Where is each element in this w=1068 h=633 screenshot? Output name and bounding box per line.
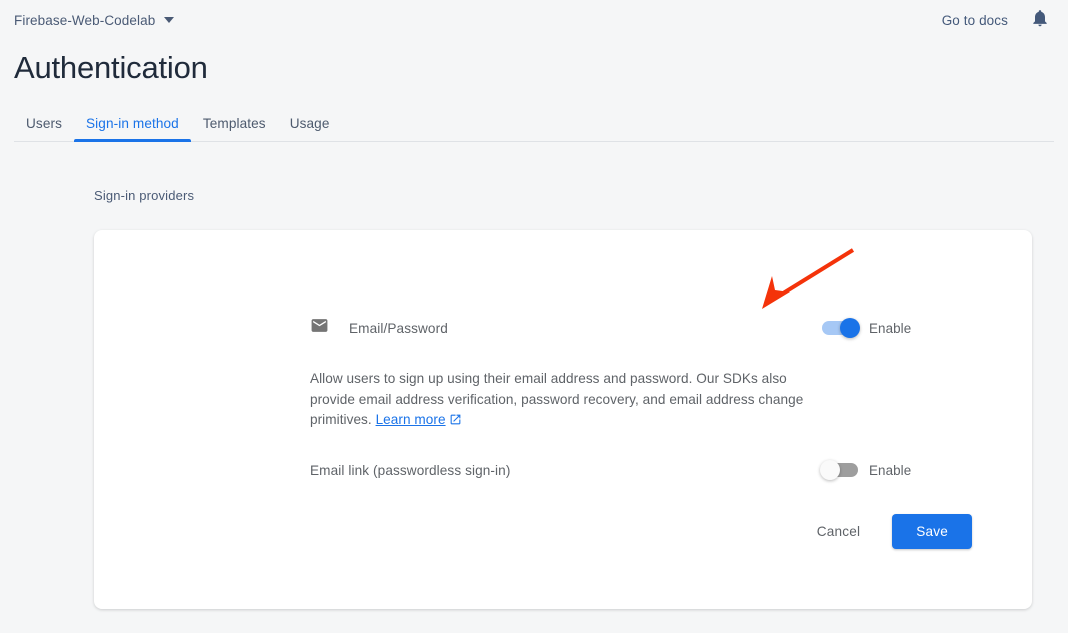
top-bar: Firebase-Web-Codelab Go to docs [0,0,1068,40]
go-to-docs-link[interactable]: Go to docs [942,13,1008,28]
toggle-thumb [840,318,860,338]
sign-in-providers-card: Email/Password Enable Allow users to sig… [94,230,1032,609]
chevron-down-icon [164,17,174,23]
project-name-label: Firebase-Web-Codelab [14,13,155,28]
provider-list: Email/Password Enable Allow users to sig… [94,230,1032,478]
envelope-icon [310,316,329,340]
provider-name-email-link: Email link (passwordless sign-in) [310,463,510,478]
main-content: Sign-in providers Email/Password [0,142,1068,609]
save-button[interactable]: Save [892,514,972,549]
tab-templates[interactable]: Templates [191,116,278,142]
page-title: Authentication [14,48,1068,88]
email-password-toggle[interactable] [822,321,858,335]
email-password-description: Allow users to sign up using their email… [310,369,822,433]
tab-bar: Users Sign-in method Templates Usage [0,104,1068,142]
top-bar-actions: Go to docs [942,8,1050,33]
bell-icon[interactable] [1030,8,1050,33]
provider-row-email-link: Email link (passwordless sign-in) Enable [310,463,972,478]
provider-identity: Email/Password [310,316,822,340]
email-password-toggle-label: Enable [869,321,911,336]
card-actions: Cancel Save [805,514,972,549]
external-link-icon[interactable] [449,412,462,433]
project-selector[interactable]: Firebase-Web-Codelab [14,13,174,28]
tab-sign-in-method[interactable]: Sign-in method [74,116,191,142]
email-password-toggle-group: Enable [822,321,972,336]
provider-row-email-password: Email/Password Enable [310,316,972,340]
email-link-toggle[interactable] [822,463,858,477]
toggle-thumb [820,460,840,480]
provider-identity-email-link: Email link (passwordless sign-in) [310,463,822,478]
section-label-sign-in-providers: Sign-in providers [94,188,1068,203]
learn-more-link[interactable]: Learn more [376,412,446,427]
provider-name-email-password: Email/Password [349,321,448,336]
email-link-toggle-group: Enable [822,463,972,478]
tab-usage[interactable]: Usage [278,116,342,142]
tab-users[interactable]: Users [14,116,74,142]
email-link-toggle-label: Enable [869,463,911,478]
cancel-button[interactable]: Cancel [805,515,873,548]
